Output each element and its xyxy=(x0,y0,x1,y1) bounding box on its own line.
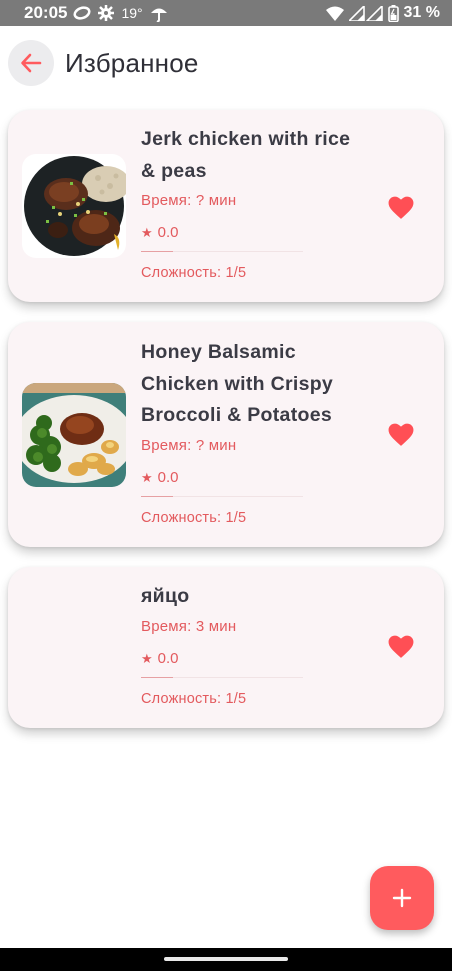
favorite-button[interactable] xyxy=(388,423,414,447)
recipe-difficulty: Сложность: 1/5 xyxy=(141,265,247,281)
signal-icon xyxy=(348,5,383,21)
divider xyxy=(141,676,303,678)
recipe-rating: ★ 0.0 xyxy=(141,223,361,243)
recipe-image xyxy=(22,154,126,258)
recipe-rating: ★ 0.0 xyxy=(141,468,361,488)
wifi-icon xyxy=(325,6,344,21)
plus-icon xyxy=(392,888,412,908)
heart-icon xyxy=(388,423,414,451)
star-icon: ★ xyxy=(141,469,153,485)
divider xyxy=(141,251,303,252)
rating-value: 0.0 xyxy=(157,649,179,667)
recipe-difficulty: Сложность: 1/5 xyxy=(141,509,247,526)
settings-icon xyxy=(97,4,115,22)
battery-icon xyxy=(387,4,399,22)
battery-percent: 31 % xyxy=(403,4,440,21)
heart-icon xyxy=(388,635,414,663)
message-icon xyxy=(73,6,91,20)
recipe-image xyxy=(22,383,126,487)
status-temperature: 19° xyxy=(121,5,143,21)
recipe-title: Jerk chicken with rice & peas xyxy=(141,128,351,182)
divider xyxy=(141,495,303,497)
recipe-rating: ★ 0.0 xyxy=(141,649,361,669)
recipe-time: Время: 3 мин xyxy=(141,617,237,635)
app-header: Избранное xyxy=(0,26,452,102)
recipe-info: яйцо Время: 3 мин ★ 0.0 Сложность: 1/5 xyxy=(141,581,361,709)
page-title: Избранное xyxy=(65,48,199,78)
add-recipe-button[interactable] xyxy=(370,866,434,930)
recipe-card[interactable]: Honey Balsamic Chicken with Crispy Brocc… xyxy=(8,322,444,547)
rating-value: 0.0 xyxy=(157,224,179,241)
favorite-button[interactable] xyxy=(388,196,414,220)
recipe-card[interactable]: Jerk chicken with rice & peas Время: ? м… xyxy=(8,110,444,302)
heart-icon xyxy=(388,196,414,224)
recipe-title: яйцо xyxy=(141,585,190,607)
arrow-left-icon xyxy=(20,52,42,74)
recipe-time: Время: ? мин xyxy=(141,436,237,454)
recipe-time: Время: ? мин xyxy=(141,192,237,209)
recipe-title: Honey Balsamic Chicken with Crispy Brocc… xyxy=(141,341,334,426)
star-icon: ★ xyxy=(141,225,153,240)
navigation-bar xyxy=(0,948,452,971)
rating-value: 0.0 xyxy=(157,468,179,486)
status-bar: 20:05 19° 31 % xyxy=(0,0,452,26)
recipe-card[interactable]: яйцо Время: 3 мин ★ 0.0 Сложность: 1/5 xyxy=(8,567,444,728)
favorite-button[interactable] xyxy=(388,635,414,659)
recipe-difficulty: Сложность: 1/5 xyxy=(141,690,247,707)
recipe-info: Honey Balsamic Chicken with Crispy Brocc… xyxy=(141,337,361,528)
back-button[interactable] xyxy=(8,40,54,86)
home-indicator[interactable] xyxy=(164,957,288,961)
star-icon: ★ xyxy=(141,650,153,666)
status-time: 20:05 xyxy=(24,3,68,22)
weather-icon xyxy=(149,4,169,22)
recipe-info: Jerk chicken with rice & peas Время: ? м… xyxy=(141,124,361,283)
